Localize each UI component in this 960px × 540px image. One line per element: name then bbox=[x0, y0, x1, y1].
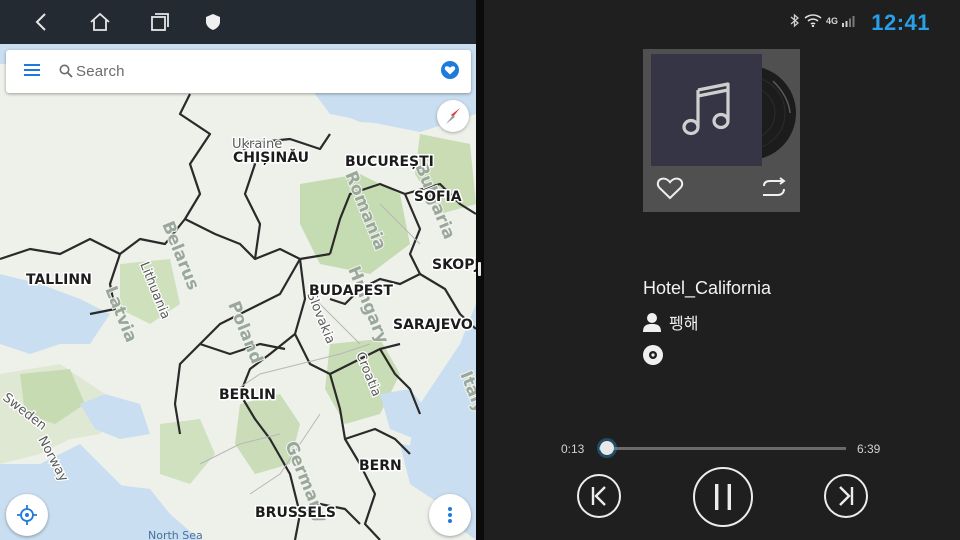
screen: Belarus Romania Bulgaria Latvia Lithuani… bbox=[0, 0, 960, 540]
back-arrow-icon bbox=[35, 13, 46, 31]
favorites-heart-icon[interactable] bbox=[441, 61, 459, 79]
recent-apps-icon bbox=[151, 13, 169, 31]
progress-slider[interactable] bbox=[599, 441, 846, 455]
album-row bbox=[643, 345, 663, 370]
album-disc-icon bbox=[643, 345, 663, 365]
network-type: 4G bbox=[826, 15, 839, 26]
label-tallinn: TALLINN bbox=[26, 272, 92, 288]
play-pause-button[interactable] bbox=[693, 467, 753, 527]
system-nav-bar bbox=[0, 0, 476, 44]
skip-previous-icon bbox=[591, 486, 606, 506]
pause-icon bbox=[715, 484, 731, 510]
search-input[interactable]: Search bbox=[76, 63, 125, 80]
map-search-bar[interactable]: Search bbox=[6, 50, 471, 93]
label-sarajevo: SARAJEVO bbox=[393, 317, 473, 333]
label-skopje: SKOPJ bbox=[432, 257, 476, 273]
elapsed-time: 0:13 bbox=[561, 442, 585, 456]
label-north-sea: North Sea bbox=[148, 529, 203, 540]
divider-handle[interactable] bbox=[478, 262, 481, 276]
home-button[interactable] bbox=[84, 6, 116, 38]
label-sofia: SOFIA bbox=[414, 189, 462, 205]
label-chisinau: CHIȘINĂU bbox=[233, 148, 309, 166]
back-button[interactable] bbox=[26, 6, 58, 38]
compass-icon bbox=[446, 108, 460, 124]
artist-person-icon bbox=[643, 313, 661, 332]
recent-apps-button[interactable] bbox=[144, 6, 176, 38]
more-vertical-icon bbox=[448, 507, 452, 523]
label-bern: BERN bbox=[359, 458, 402, 474]
album-cover bbox=[651, 54, 762, 166]
shield-button[interactable] bbox=[197, 6, 229, 38]
skip-next-icon bbox=[839, 486, 854, 506]
previous-track-button[interactable] bbox=[577, 474, 621, 518]
status-icons: 4G bbox=[790, 13, 856, 28]
like-heart-button[interactable] bbox=[656, 176, 684, 200]
song-title: Hotel_California bbox=[643, 278, 772, 298]
map-app-pane: Belarus Romania Bulgaria Latvia Lithuani… bbox=[0, 0, 476, 540]
compass-button[interactable] bbox=[437, 100, 469, 132]
progress-thumb[interactable] bbox=[600, 441, 614, 455]
artist-name: 펭해 bbox=[669, 316, 699, 333]
music-player-pane: 4G 12:41 Hotel_California 펭해 0:13 6:39 bbox=[484, 0, 960, 540]
status-bar: 4G 12:41 bbox=[484, 0, 960, 44]
signal-strength-icon bbox=[842, 15, 855, 27]
status-clock: 12:41 bbox=[871, 10, 930, 35]
my-location-button[interactable] bbox=[6, 494, 48, 536]
search-icon bbox=[59, 64, 73, 78]
album-art-card bbox=[643, 49, 800, 212]
wifi-icon bbox=[804, 14, 822, 27]
map-canvas[interactable]: Belarus Romania Bulgaria Latvia Lithuani… bbox=[0, 44, 476, 540]
repeat-button[interactable] bbox=[760, 177, 788, 199]
next-track-button[interactable] bbox=[824, 474, 868, 518]
crosshair-location-icon bbox=[17, 505, 37, 525]
label-berlin: BERLIN bbox=[219, 387, 276, 403]
music-note-icon bbox=[681, 82, 730, 136]
total-time: 6:39 bbox=[857, 442, 881, 456]
bluetooth-icon bbox=[790, 13, 799, 28]
label-bucuresti: BUCUREȘTI bbox=[345, 154, 434, 170]
home-icon bbox=[90, 12, 110, 31]
more-options-button[interactable] bbox=[429, 494, 471, 536]
shield-icon bbox=[206, 14, 220, 30]
artist-row: 펭해 bbox=[643, 310, 698, 334]
label-brussels: BRUSSELS bbox=[255, 505, 336, 521]
label-budapest: BUDAPEST bbox=[309, 283, 393, 299]
hamburger-menu-icon[interactable] bbox=[24, 63, 40, 77]
